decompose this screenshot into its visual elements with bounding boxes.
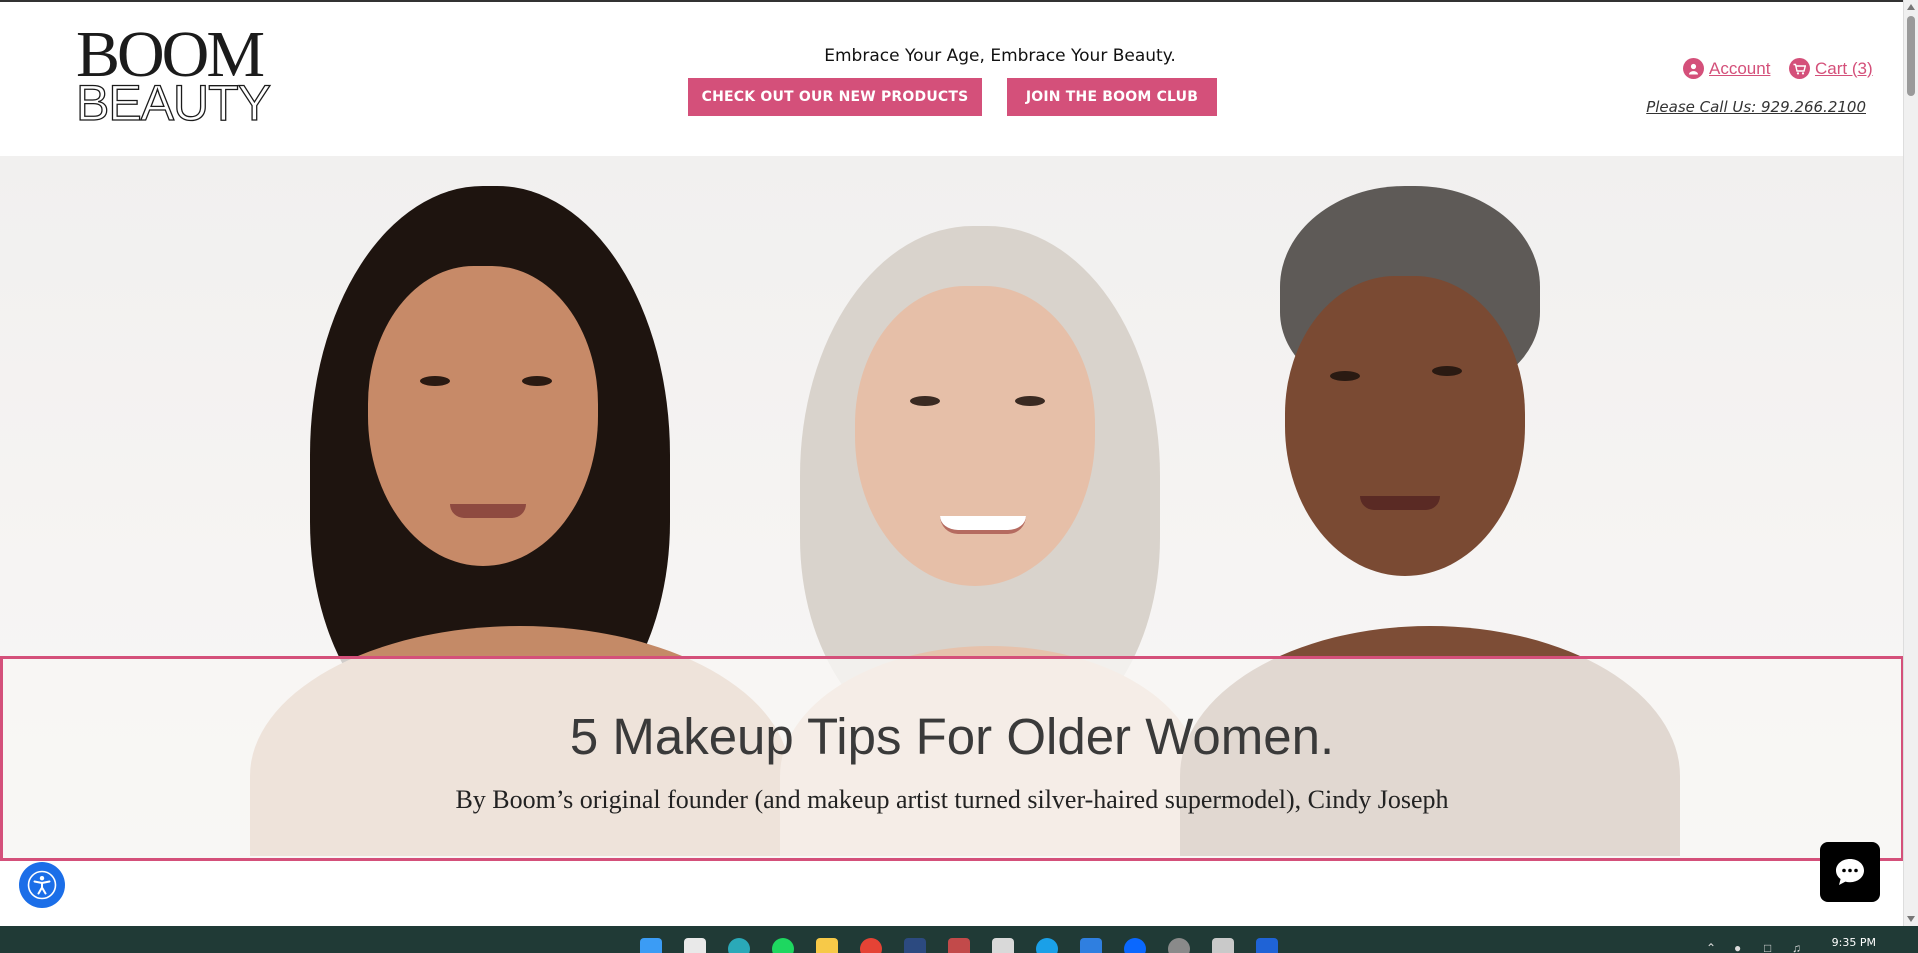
new-products-button[interactable]: CHECK OUT OUR NEW PRODUCTS xyxy=(688,78,982,116)
microphone-icon[interactable]: ● xyxy=(1734,941,1741,953)
spotify-icon[interactable] xyxy=(772,938,794,953)
phone-link[interactable]: Please Call Us: 929.266.2100 xyxy=(1646,98,1866,116)
volume-icon[interactable]: ♫ xyxy=(1792,941,1801,953)
app-icon[interactable] xyxy=(1212,938,1234,953)
chat-icon xyxy=(1836,859,1864,885)
user-icon xyxy=(1683,58,1704,79)
chat-button[interactable] xyxy=(1820,842,1880,902)
page-scrollbar[interactable] xyxy=(1903,0,1918,926)
account-label: Account xyxy=(1709,58,1771,78)
cart-label: Cart (3) xyxy=(1815,58,1873,78)
logo-line-2: BEAUTY xyxy=(75,75,271,131)
tray-chevron-icon[interactable]: ⌃ xyxy=(1706,941,1716,953)
app-icon[interactable] xyxy=(1256,938,1278,953)
account-link[interactable]: Account xyxy=(1683,58,1770,79)
site-header: BOOM BEAUTY Embrace Your Age, Embrace Yo… xyxy=(0,2,1904,156)
edge-icon[interactable] xyxy=(728,938,750,953)
os-taskbar: ⌃ ● □ ♫ 9:35 PM xyxy=(0,926,1918,953)
accessibility-icon xyxy=(27,870,57,900)
accessibility-button[interactable] xyxy=(19,862,65,908)
app-icon[interactable] xyxy=(992,938,1014,953)
scroll-thumb[interactable] xyxy=(1907,16,1915,96)
snipping-tool-icon[interactable] xyxy=(684,938,706,953)
boom-beauty-logo[interactable]: BOOM BEAUTY xyxy=(75,22,271,131)
scroll-down-arrow-icon[interactable] xyxy=(1907,916,1915,922)
app-icon[interactable] xyxy=(1080,938,1102,953)
taskbar-clock[interactable]: 9:35 PM xyxy=(1832,936,1876,949)
app-icon[interactable] xyxy=(948,938,970,953)
network-icon[interactable]: □ xyxy=(1764,941,1771,953)
cart-link[interactable]: Cart (3) xyxy=(1789,58,1873,79)
cart-icon xyxy=(1789,58,1810,79)
settings-icon[interactable] xyxy=(1168,938,1190,953)
article-byline: By Boom’s original founder (and makeup a… xyxy=(455,785,1449,814)
article-title: 5 Makeup Tips For Older Women. xyxy=(569,708,1335,765)
header-tagline: Embrace Your Age, Embrace Your Beauty. xyxy=(824,46,1176,66)
zalo-icon[interactable] xyxy=(1124,938,1146,953)
article-title-band: 5 Makeup Tips For Older Women. By Boom’s… xyxy=(0,656,1904,861)
file-explorer-icon[interactable] xyxy=(816,938,838,953)
scroll-up-arrow-icon[interactable] xyxy=(1907,4,1915,10)
app-icon[interactable] xyxy=(904,938,926,953)
skype-icon[interactable] xyxy=(1036,938,1058,953)
chrome-icon[interactable] xyxy=(860,938,882,953)
windows-start-icon[interactable] xyxy=(640,938,662,953)
join-boom-club-button[interactable]: JOIN THE BOOM CLUB xyxy=(1007,78,1217,116)
